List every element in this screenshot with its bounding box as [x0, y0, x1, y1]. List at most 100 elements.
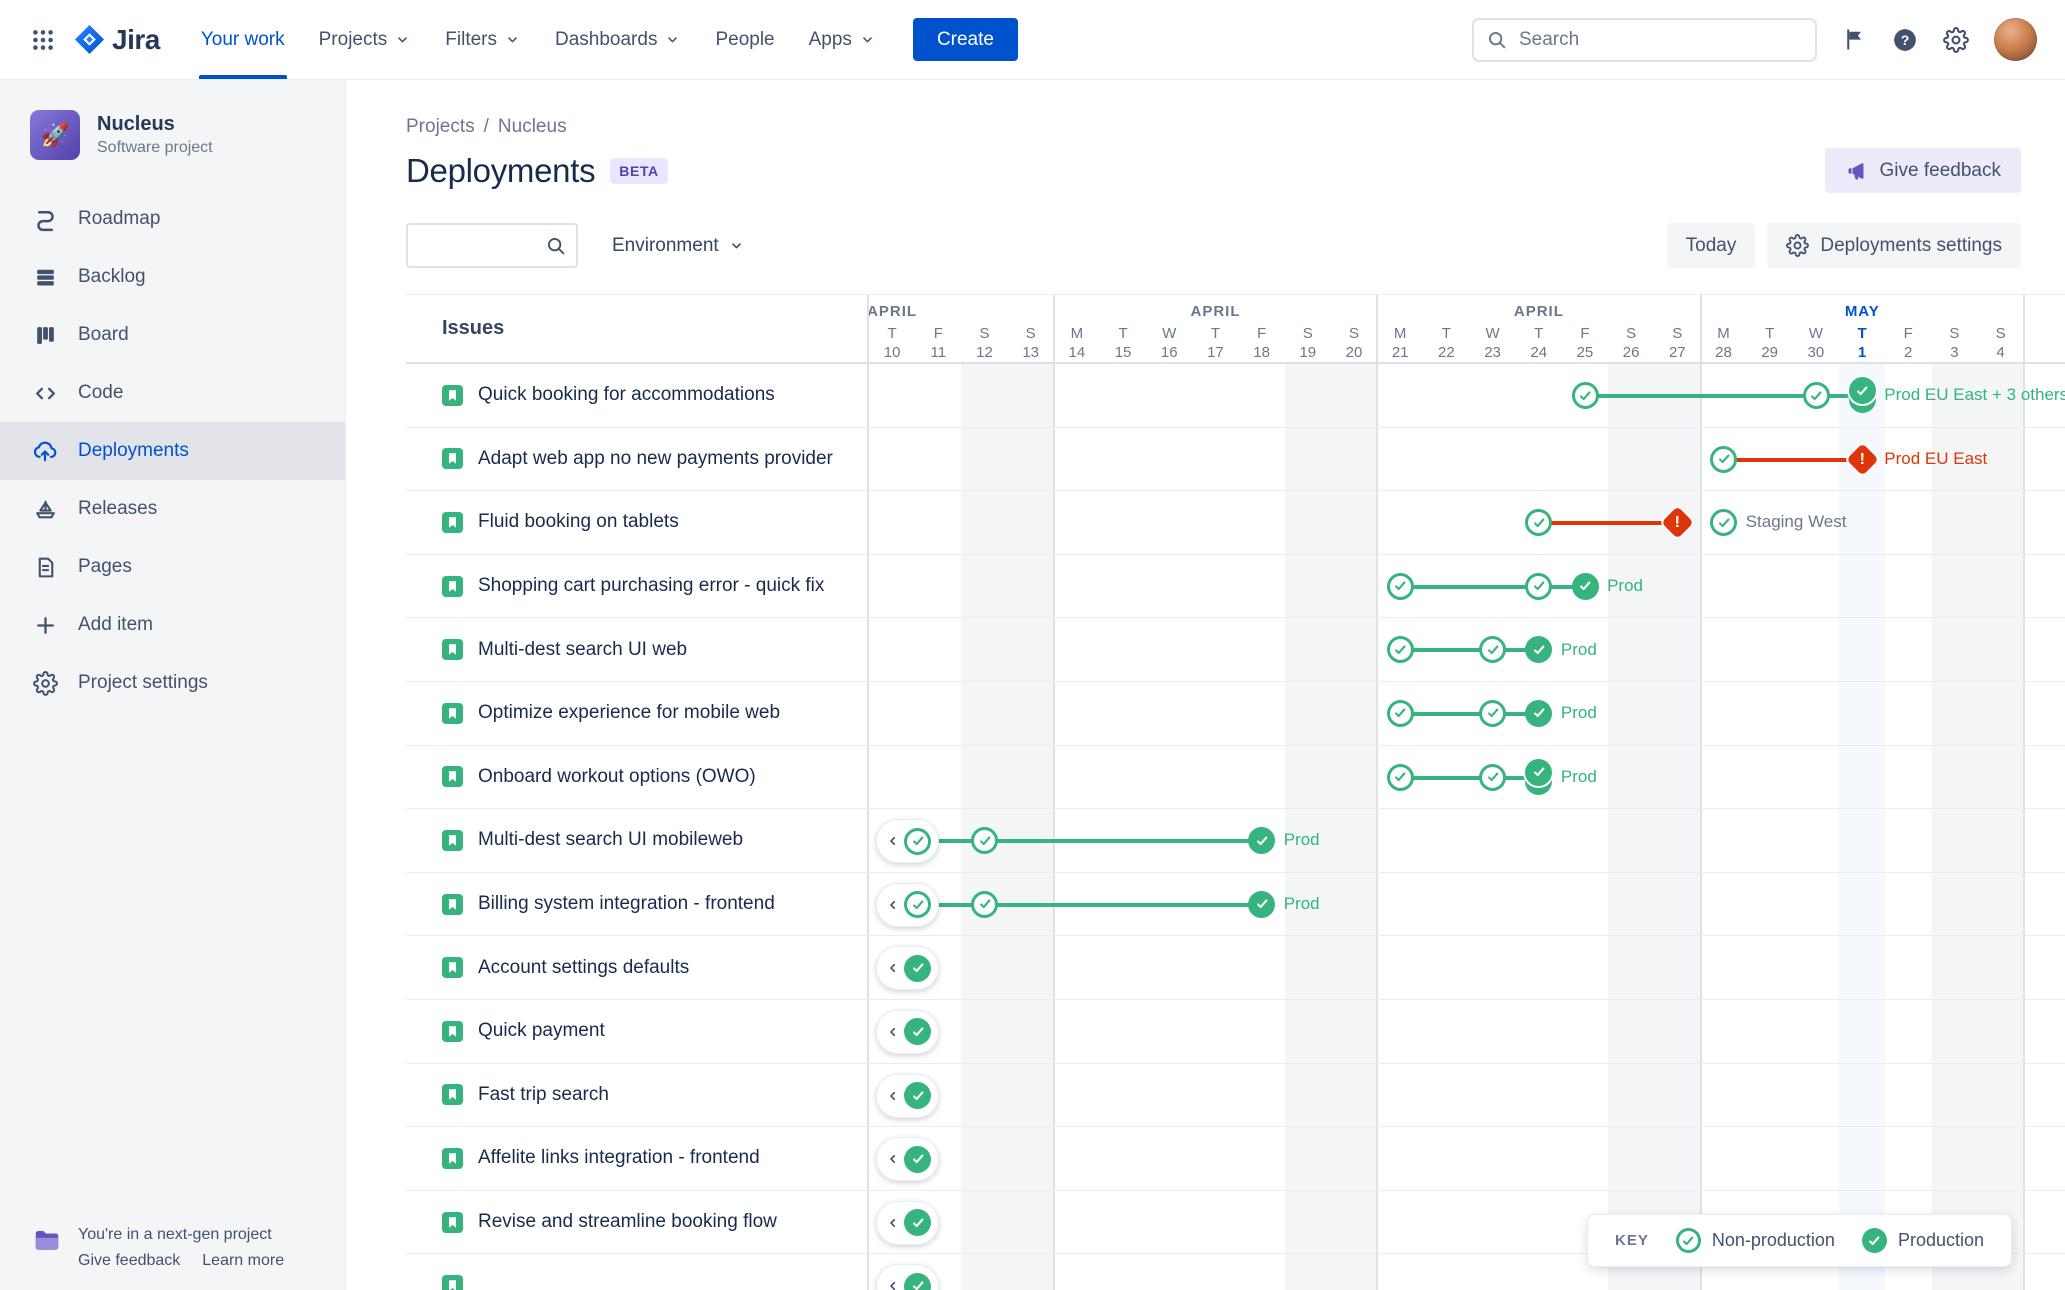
create-button[interactable]: Create	[912, 18, 1018, 61]
help-icon[interactable]: ?	[1892, 27, 1918, 53]
nav-item-apps[interactable]: Apps	[792, 0, 893, 79]
nav-item-filters[interactable]: Filters	[428, 0, 538, 79]
breadcrumb-nucleus[interactable]: Nucleus	[498, 116, 567, 138]
deployment-outline-check-icon[interactable]	[1386, 572, 1414, 600]
deployment-outline-check-icon[interactable]	[1525, 572, 1553, 600]
project-header[interactable]: 🚀 Nucleus Software project	[0, 110, 345, 190]
sidebar-item-deployments[interactable]: Deployments	[0, 422, 345, 480]
give-feedback-button[interactable]: Give feedback	[1824, 148, 2021, 193]
sidebar-item-backlog[interactable]: Backlog	[0, 248, 345, 306]
chevron-left-icon	[885, 833, 901, 849]
nav-item-dashboards[interactable]: Dashboards	[538, 0, 698, 79]
nav-item-your-work[interactable]: Your work	[184, 0, 302, 79]
user-avatar[interactable]	[1994, 18, 2037, 61]
environment-label: Prod	[1560, 766, 1597, 786]
legend-non-production: Non-production	[1675, 1228, 1835, 1253]
breadcrumb-projects[interactable]: Projects	[406, 116, 475, 138]
sidebar-item-project-settings[interactable]: Project settings	[0, 654, 345, 712]
issue-cell[interactable]: Revise and streamline booking flow	[406, 1190, 869, 1254]
issue-cell[interactable]: Multi-dest search UI mobileweb	[406, 809, 869, 872]
jira-logo[interactable]: Jira	[66, 24, 172, 56]
day-header: F 18	[1239, 324, 1285, 362]
deployment-outline-check-icon[interactable]	[971, 890, 998, 918]
issue-cell[interactable]: Billing system integration - frontend	[406, 872, 869, 936]
deployment-outline-check-icon[interactable]	[1525, 509, 1553, 537]
deployment-line	[1400, 584, 1539, 589]
environment-filter-dropdown[interactable]: Environment	[612, 235, 745, 257]
collapsed-deployments-pill[interactable]	[876, 882, 939, 927]
gear-icon[interactable]	[1943, 26, 1969, 53]
deployment-outline-check-icon[interactable]	[1571, 382, 1599, 409]
sidebar-item-add-item[interactable]: Add item	[0, 596, 345, 654]
issue-title: Adapt web app no new payments provider	[478, 447, 833, 469]
issue-cell[interactable]: Affelite links integration - frontend	[406, 1127, 869, 1190]
issue-cell[interactable]: Quick payment	[406, 999, 869, 1063]
deployment-alert-icon[interactable]: !	[1661, 506, 1694, 539]
today-button[interactable]: Today	[1666, 223, 1756, 268]
app-switcher-icon[interactable]	[20, 27, 66, 53]
breadcrumb: Projects / Nucleus	[406, 116, 2021, 138]
deployment-filled-check-icon[interactable]	[1525, 636, 1553, 664]
deployment-outline-check-icon[interactable]	[1710, 509, 1738, 537]
collapsed-deployments-pill[interactable]	[876, 1264, 939, 1290]
deployments-settings-button[interactable]: Deployments settings	[1767, 223, 2021, 268]
issue-title: Fluid booking on tablets	[478, 511, 679, 533]
deployment-outline-check-icon[interactable]	[1479, 699, 1507, 727]
give-feedback-link[interactable]: Give feedback	[78, 1252, 180, 1270]
deployment-outline-check-icon[interactable]	[1710, 445, 1738, 473]
learn-more-link[interactable]: Learn more	[202, 1252, 284, 1270]
deployment-check-stack-icon[interactable]	[1525, 758, 1553, 795]
search-input[interactable]	[1517, 27, 1803, 52]
issue-cell[interactable]	[406, 1254, 869, 1290]
deployment-outline-check-icon[interactable]	[1386, 763, 1414, 791]
issue-cell[interactable]: Onboard workout options (OWO)	[406, 745, 869, 809]
deployment-outline-check-icon[interactable]	[1386, 636, 1414, 664]
flag-icon[interactable]	[1842, 27, 1867, 52]
day-letter: M	[1070, 325, 1084, 342]
sidebar-item-pages[interactable]: Pages	[0, 538, 345, 596]
issue-cell[interactable]: Adapt web app no new payments provider	[406, 427, 869, 491]
collapsed-deployments-pill[interactable]	[876, 1009, 939, 1054]
row-timeline: Prod	[869, 555, 2065, 618]
issue-title: Optimize experience for mobile web	[478, 702, 781, 724]
issue-cell[interactable]: Optimize experience for mobile web	[406, 681, 869, 745]
deployment-filled-check-icon[interactable]	[1571, 572, 1599, 600]
deployment-alert-icon[interactable]: !	[1846, 442, 1879, 476]
deployment-outline-check-icon[interactable]	[1802, 382, 1830, 409]
deployment-check-stack-icon[interactable]	[1848, 377, 1876, 413]
timeline-header: Issues APRIL APRIL APRIL MAY T 10 F 11 S 12 S 13 M 14…	[406, 294, 2065, 364]
day-letter: S	[1672, 325, 1683, 342]
deployment-filled-check-icon[interactable]	[1248, 890, 1276, 918]
nav-item-projects[interactable]: Projects	[302, 0, 429, 79]
sidebar-item-board[interactable]: Board	[0, 306, 345, 364]
collapsed-deployments-pill[interactable]	[876, 1073, 939, 1118]
sidebar-item-releases[interactable]: Releases	[0, 480, 345, 538]
nav-item-people[interactable]: People	[698, 0, 791, 79]
sidebar-item-roadmap[interactable]: Roadmap	[0, 190, 345, 248]
issue-cell[interactable]: Quick booking for accommodations	[406, 364, 869, 427]
deployment-outline-check-icon[interactable]	[1386, 699, 1414, 727]
issue-row: Multi-dest search UI web Prod	[406, 618, 2065, 682]
deployment-filled-check-icon[interactable]	[1525, 699, 1553, 727]
day-letter: S	[1348, 325, 1359, 342]
issue-cell[interactable]: Multi-dest search UI web	[406, 618, 869, 681]
deployment-outline-check-icon[interactable]	[971, 827, 998, 855]
chevron-left-icon	[885, 960, 901, 976]
deployment-filled-check-icon[interactable]	[1248, 827, 1276, 855]
collapsed-deployments-pill[interactable]	[876, 946, 939, 991]
issue-cell[interactable]: Fluid booking on tablets	[406, 491, 869, 554]
timeline-search-input[interactable]	[420, 234, 545, 257]
collapsed-deployments-pill[interactable]	[876, 1137, 939, 1182]
svg-text:?: ?	[1901, 31, 1910, 47]
sidebar-item-code[interactable]: Code	[0, 364, 345, 422]
deployment-outline-check-icon[interactable]	[1479, 636, 1507, 664]
row-timeline: ! Prod EU East	[869, 428, 2065, 491]
collapsed-deployments-pill[interactable]	[876, 819, 939, 864]
collapsed-deployments-pill[interactable]	[876, 1200, 939, 1245]
day-header: T 22	[1423, 324, 1469, 362]
issue-cell[interactable]: Shopping cart purchasing error - quick f…	[406, 554, 869, 618]
day-letter: T	[1441, 325, 1451, 342]
issue-cell[interactable]: Account settings defaults	[406, 936, 869, 999]
issue-cell[interactable]: Fast trip search	[406, 1063, 869, 1127]
deployment-outline-check-icon[interactable]	[1479, 763, 1507, 791]
